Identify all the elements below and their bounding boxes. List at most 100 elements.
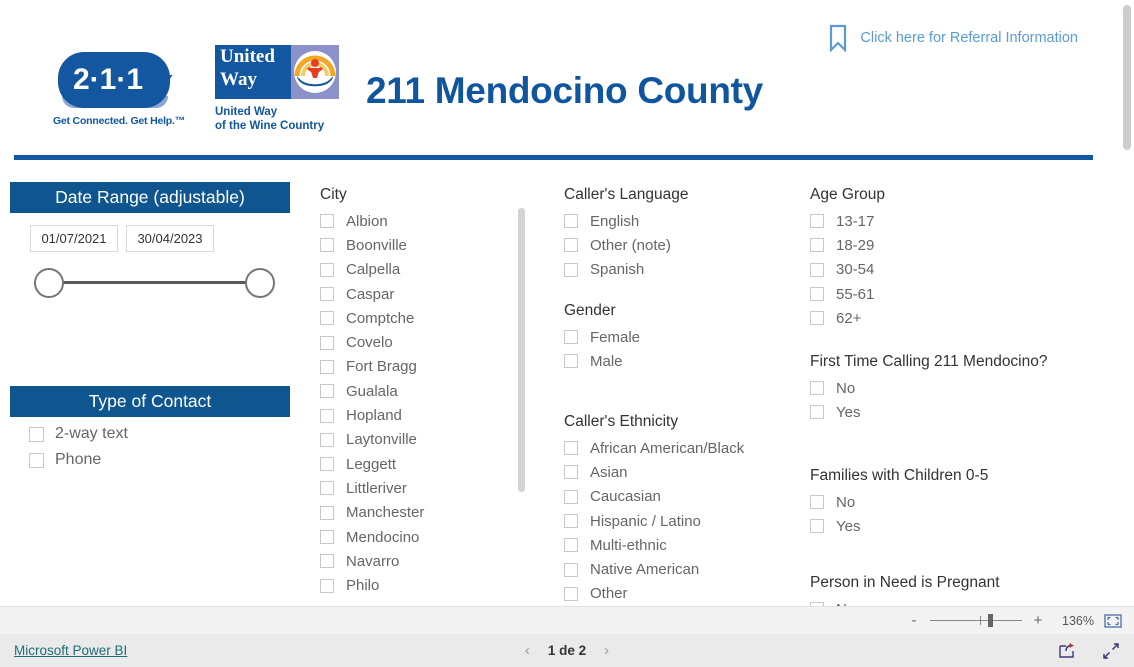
checkbox-row-gender[interactable]: Female <box>564 325 794 349</box>
fullscreen-icon[interactable] <box>1102 642 1120 660</box>
date-range-slider-handle-end[interactable] <box>245 268 275 298</box>
checkbox-city[interactable] <box>320 554 334 569</box>
checkbox-row-city[interactable]: Leggett <box>320 452 520 476</box>
checkbox-row-city[interactable]: Caspar <box>320 282 520 306</box>
checkbox-families[interactable] <box>810 495 824 510</box>
checkbox-city[interactable] <box>320 481 334 496</box>
age-group-option-list[interactable]: 13-17 18-29 30-54 55-61 62+ <box>810 209 1070 330</box>
city-list-scrollbar[interactable] <box>518 208 525 492</box>
checkbox-row-city[interactable]: Hopland <box>320 403 520 427</box>
checkbox-ethnicity[interactable] <box>564 465 578 480</box>
checkbox-ethnicity[interactable] <box>564 489 578 504</box>
checkbox-row-city[interactable]: Fort Bragg <box>320 355 520 379</box>
checkbox-row-language[interactable]: Spanish <box>564 258 794 282</box>
checkbox-language[interactable] <box>564 238 578 253</box>
checkbox-city[interactable] <box>320 408 334 423</box>
checkbox-row-ethnicity[interactable]: Caucasian <box>564 485 794 509</box>
checkbox-row-phone[interactable]: Phone <box>29 447 128 473</box>
gender-option-list[interactable]: Female Male <box>564 325 794 374</box>
checkbox-age-group[interactable] <box>810 214 824 229</box>
zoom-out-button[interactable]: - <box>908 612 920 629</box>
checkbox-language[interactable] <box>564 262 578 277</box>
checkbox-city[interactable] <box>320 530 334 544</box>
checkbox-row-city[interactable]: Littleriver <box>320 476 520 500</box>
language-option-list[interactable]: English Other (note) Spanish <box>564 209 794 282</box>
checkbox-age-group[interactable] <box>810 287 824 302</box>
checkbox-row-city[interactable]: Philo <box>320 573 520 597</box>
pregnant-option-list[interactable]: No <box>810 597 1090 606</box>
checkbox-ethnicity[interactable] <box>564 562 578 577</box>
checkbox-city[interactable] <box>320 432 334 447</box>
checkbox-row-city[interactable]: Manchester <box>320 501 520 525</box>
checkbox-row-city[interactable]: Boonville <box>320 233 520 257</box>
checkbox-row-ethnicity[interactable]: Multi-ethnic <box>564 533 794 557</box>
checkbox-city[interactable] <box>320 384 334 399</box>
checkbox-row-ethnicity[interactable]: African American/Black <box>564 436 794 460</box>
checkbox-city[interactable] <box>320 214 334 229</box>
ethnicity-option-list[interactable]: African American/Black Asian Caucasian Hisp… <box>564 436 794 606</box>
date-range-start-input[interactable]: 01/07/2021 <box>30 225 118 252</box>
checkbox-age-group[interactable] <box>810 238 824 253</box>
zoom-slider[interactable] <box>930 614 1022 627</box>
checkbox-row-ethnicity[interactable]: Asian <box>564 460 794 484</box>
checkbox-ethnicity[interactable] <box>564 514 578 529</box>
bookmark-icon[interactable] <box>828 24 848 52</box>
checkbox-row-city[interactable]: Navarro <box>320 549 520 573</box>
fit-to-page-icon[interactable] <box>1104 613 1122 628</box>
checkbox-city[interactable] <box>320 457 334 472</box>
date-range-slider-track[interactable] <box>48 281 263 284</box>
checkbox-row-first-time[interactable]: No <box>810 376 1090 400</box>
share-icon[interactable] <box>1058 642 1076 660</box>
checkbox-age-group[interactable] <box>810 262 824 277</box>
checkbox-row-age-group[interactable]: 13-17 <box>810 209 1070 233</box>
checkbox-row-ethnicity[interactable]: Hispanic / Latino <box>564 509 794 533</box>
checkbox-first-time[interactable] <box>810 381 824 396</box>
checkbox-row-families[interactable]: Yes <box>810 514 1090 538</box>
checkbox-gender[interactable] <box>564 354 578 369</box>
city-option-list[interactable]: Albion Boonville Calpella Caspar Comptche Cov… <box>320 209 520 598</box>
checkbox-row-city[interactable]: Laytonville <box>320 428 520 452</box>
checkbox-row-city[interactable]: Gualala <box>320 379 520 403</box>
checkbox-row-ethnicity[interactable]: Native American <box>564 557 794 581</box>
checkbox-city[interactable] <box>320 238 334 253</box>
checkbox-row-2-way-text[interactable]: 2-way text <box>29 421 128 447</box>
checkbox-city[interactable] <box>320 505 334 520</box>
families-option-list[interactable]: No Yes <box>810 490 1090 539</box>
chevron-right-icon[interactable]: › <box>604 642 609 659</box>
checkbox-row-city[interactable]: Covelo <box>320 330 520 354</box>
checkbox-row-first-time[interactable]: Yes <box>810 400 1090 424</box>
checkbox-city[interactable] <box>320 287 334 302</box>
date-range-slider-handle-start[interactable] <box>34 268 64 298</box>
checkbox-language[interactable] <box>564 214 578 229</box>
checkbox-row-city[interactable]: Comptche <box>320 306 520 330</box>
zoom-slider-thumb[interactable] <box>988 614 993 627</box>
checkbox-row-ethnicity[interactable]: Other <box>564 582 794 606</box>
checkbox-row-pregnant[interactable]: No <box>810 597 1090 606</box>
checkbox-row-language[interactable]: English <box>564 209 794 233</box>
checkbox-city[interactable] <box>320 311 334 326</box>
checkbox-phone[interactable] <box>29 452 44 468</box>
checkbox-first-time[interactable] <box>810 405 824 420</box>
checkbox-ethnicity[interactable] <box>564 538 578 553</box>
zoom-in-button[interactable]: + <box>1032 612 1044 629</box>
checkbox-row-city[interactable]: Mendocino <box>320 525 520 549</box>
checkbox-row-age-group[interactable]: 62+ <box>810 306 1070 330</box>
first-time-option-list[interactable]: No Yes <box>810 376 1090 425</box>
checkbox-city[interactable] <box>320 335 334 350</box>
checkbox-row-city[interactable]: Albion <box>320 209 520 233</box>
checkbox-city[interactable] <box>320 262 334 277</box>
checkbox-row-age-group[interactable]: 55-61 <box>810 282 1070 306</box>
checkbox-2-way-text[interactable] <box>29 426 44 442</box>
checkbox-age-group[interactable] <box>810 311 824 326</box>
page-scrollbar-thumb[interactable] <box>1123 5 1131 150</box>
chevron-left-icon[interactable]: ‹ <box>525 642 530 659</box>
checkbox-gender[interactable] <box>564 330 578 345</box>
checkbox-row-city[interactable]: Calpella <box>320 258 520 282</box>
referral-link-text[interactable]: Click here for Referral Information <box>860 30 1078 46</box>
checkbox-row-age-group[interactable]: 18-29 <box>810 233 1070 257</box>
checkbox-row-gender[interactable]: Male <box>564 349 794 373</box>
date-range-end-input[interactable]: 30/04/2023 <box>126 225 214 252</box>
referral-information-link-group[interactable]: Click here for Referral Information <box>828 24 1078 52</box>
checkbox-row-language[interactable]: Other (note) <box>564 233 794 257</box>
checkbox-row-age-group[interactable]: 30-54 <box>810 258 1070 282</box>
